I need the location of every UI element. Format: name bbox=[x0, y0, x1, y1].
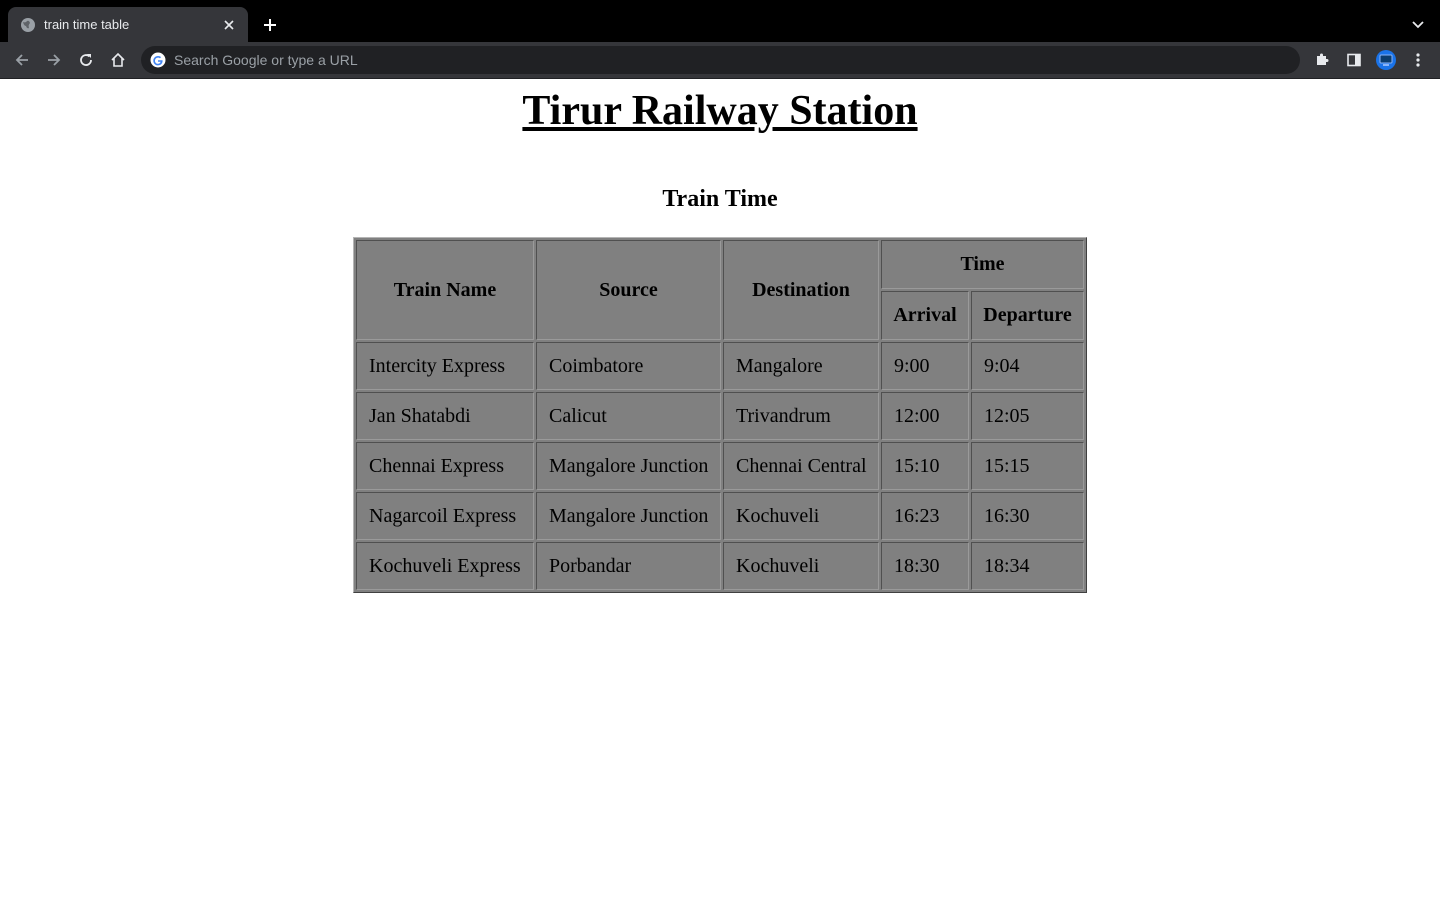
departure-cell: 16:30 bbox=[971, 492, 1084, 540]
departure-cell: 18:34 bbox=[971, 542, 1084, 590]
chevron-down-icon bbox=[1412, 21, 1424, 29]
tab-title: train time table bbox=[44, 17, 130, 32]
departure-cell: 9:04 bbox=[971, 342, 1084, 390]
close-icon[interactable] bbox=[220, 16, 238, 34]
table-row: Chennai Express Mangalore Junction Chenn… bbox=[356, 442, 1084, 490]
table-row: Intercity Express Coimbatore Mangalore 9… bbox=[356, 342, 1084, 390]
home-icon bbox=[111, 52, 125, 67]
plus-icon bbox=[264, 19, 276, 31]
side-panel-icon bbox=[1347, 53, 1361, 67]
browser-toolbar bbox=[0, 42, 1440, 79]
header-arrival: Arrival bbox=[881, 291, 969, 340]
tab-search-button[interactable] bbox=[1406, 13, 1430, 37]
side-panel-button[interactable] bbox=[1341, 47, 1367, 73]
profile-avatar[interactable] bbox=[1373, 47, 1399, 73]
train-name-cell: Chennai Express bbox=[356, 442, 534, 490]
forward-button[interactable] bbox=[41, 47, 67, 73]
header-destination: Destination bbox=[723, 240, 879, 340]
google-icon bbox=[150, 52, 166, 68]
header-departure: Departure bbox=[971, 291, 1084, 340]
avatar-icon bbox=[1376, 50, 1396, 70]
source-cell: Mangalore Junction bbox=[536, 442, 721, 490]
globe-icon bbox=[20, 17, 36, 33]
address-bar[interactable] bbox=[141, 46, 1300, 74]
menu-button[interactable] bbox=[1405, 47, 1431, 73]
train-name-cell: Kochuveli Express bbox=[356, 542, 534, 590]
train-name-cell: Nagarcoil Express bbox=[356, 492, 534, 540]
forward-arrow-icon bbox=[48, 54, 61, 66]
home-button[interactable] bbox=[105, 47, 131, 73]
puzzle-icon bbox=[1317, 53, 1329, 65]
arrival-cell: 18:30 bbox=[881, 542, 969, 590]
reload-button[interactable] bbox=[73, 47, 99, 73]
train-name-cell: Jan Shatabdi bbox=[356, 392, 534, 440]
page-title: Tirur Railway Station bbox=[522, 88, 918, 134]
table-row: Kochuveli Express Porbandar Kochuveli 18… bbox=[356, 542, 1084, 590]
arrival-cell: 9:00 bbox=[881, 342, 969, 390]
header-source: Source bbox=[536, 240, 721, 340]
browser-tab[interactable]: train time table bbox=[8, 7, 248, 42]
extensions-button[interactable] bbox=[1309, 47, 1335, 73]
header-time: Time bbox=[881, 240, 1084, 289]
train-timetable: Train Name Source Destination Time Arriv… bbox=[353, 237, 1087, 593]
source-cell: Coimbatore bbox=[536, 342, 721, 390]
reload-icon bbox=[80, 54, 92, 66]
new-tab-button[interactable] bbox=[258, 13, 282, 37]
destination-cell: Trivandrum bbox=[723, 392, 879, 440]
departure-cell: 12:05 bbox=[971, 392, 1084, 440]
destination-cell: Kochuveli bbox=[723, 492, 879, 540]
omnibox-input[interactable] bbox=[174, 52, 1300, 68]
arrival-cell: 16:23 bbox=[881, 492, 969, 540]
back-arrow-icon bbox=[15, 54, 28, 66]
back-button[interactable] bbox=[9, 47, 35, 73]
destination-cell: Kochuveli bbox=[723, 542, 879, 590]
source-cell: Calicut bbox=[536, 392, 721, 440]
tab-strip: train time table bbox=[0, 0, 1440, 42]
section-title: Train Time bbox=[662, 186, 778, 212]
source-cell: Mangalore Junction bbox=[536, 492, 721, 540]
table-row: Nagarcoil Express Mangalore Junction Koc… bbox=[356, 492, 1084, 540]
departure-cell: 15:15 bbox=[971, 442, 1084, 490]
destination-cell: Chennai Central bbox=[723, 442, 879, 490]
header-train-name: Train Name bbox=[356, 240, 534, 340]
train-name-cell: Intercity Express bbox=[356, 342, 534, 390]
destination-cell: Mangalore bbox=[723, 342, 879, 390]
page-content: Tirur Railway Station Train Time Train N… bbox=[0, 79, 1440, 900]
source-cell: Porbandar bbox=[536, 542, 721, 590]
kebab-menu-icon bbox=[1416, 53, 1420, 67]
arrival-cell: 12:00 bbox=[881, 392, 969, 440]
arrival-cell: 15:10 bbox=[881, 442, 969, 490]
table-row: Jan Shatabdi Calicut Trivandrum 12:00 12… bbox=[356, 392, 1084, 440]
